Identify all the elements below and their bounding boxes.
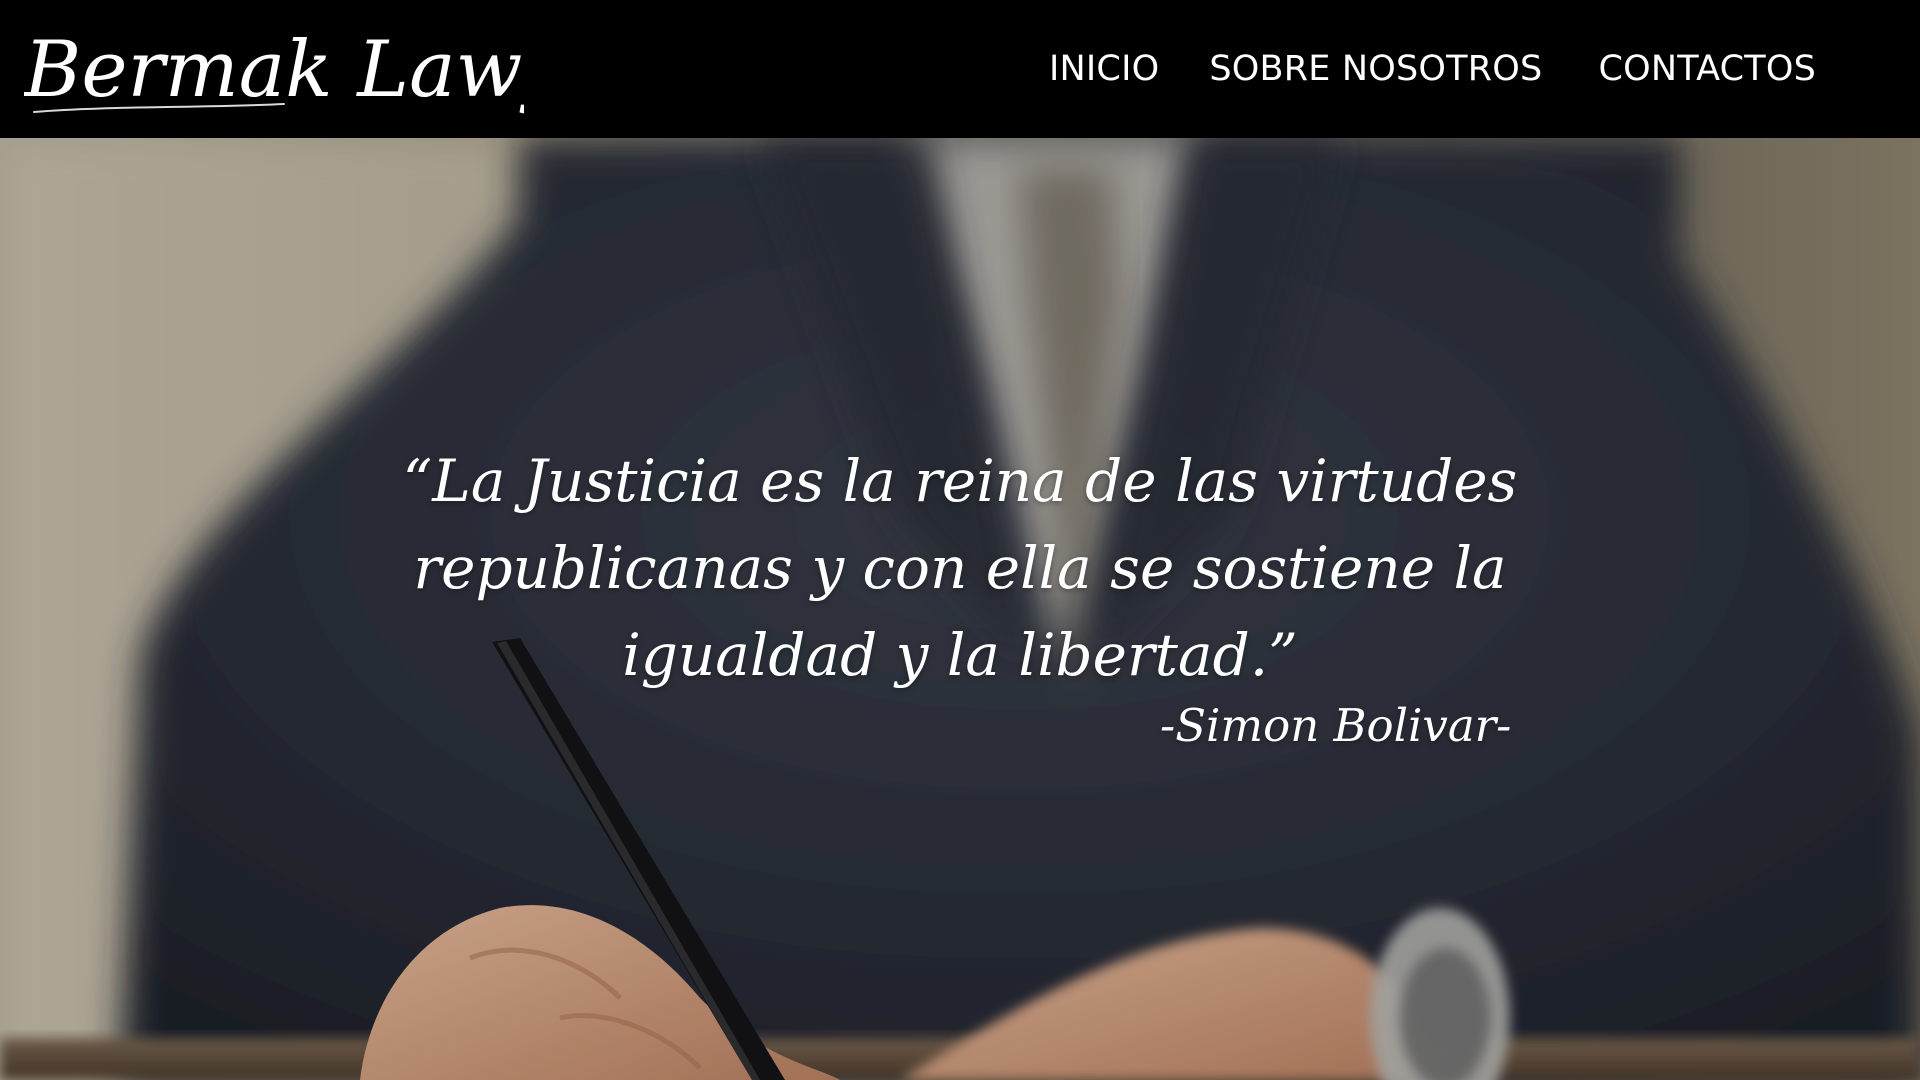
quote-author: -Simon Bolivar-	[1160, 699, 1512, 752]
logo: Bermak Lawyers	[22, 25, 690, 115]
hero-section: “La Justicia es la reina de las virtudes…	[0, 138, 1920, 1080]
logo-text: Bermak Lawyers	[24, 25, 524, 115]
quote-text: “La Justicia es la reina de las virtudes…	[402, 447, 1518, 689]
nav-inicio[interactable]: INICIO	[1049, 49, 1159, 89]
quote-block: “La Justicia es la reina de las virtudes…	[350, 438, 1570, 699]
navbar: Bermak Lawyers INICIO SOBRE NOSOTROS CON…	[0, 0, 1920, 138]
main-nav: INICIO SOBRE NOSOTROS CONTACTOS	[999, 0, 1816, 138]
nav-contactos[interactable]: CONTACTOS	[1598, 49, 1816, 89]
nav-sobre-nosotros[interactable]: SOBRE NOSOTROS	[1209, 49, 1542, 89]
logo-link[interactable]: Bermak Lawyers	[22, 14, 690, 124]
